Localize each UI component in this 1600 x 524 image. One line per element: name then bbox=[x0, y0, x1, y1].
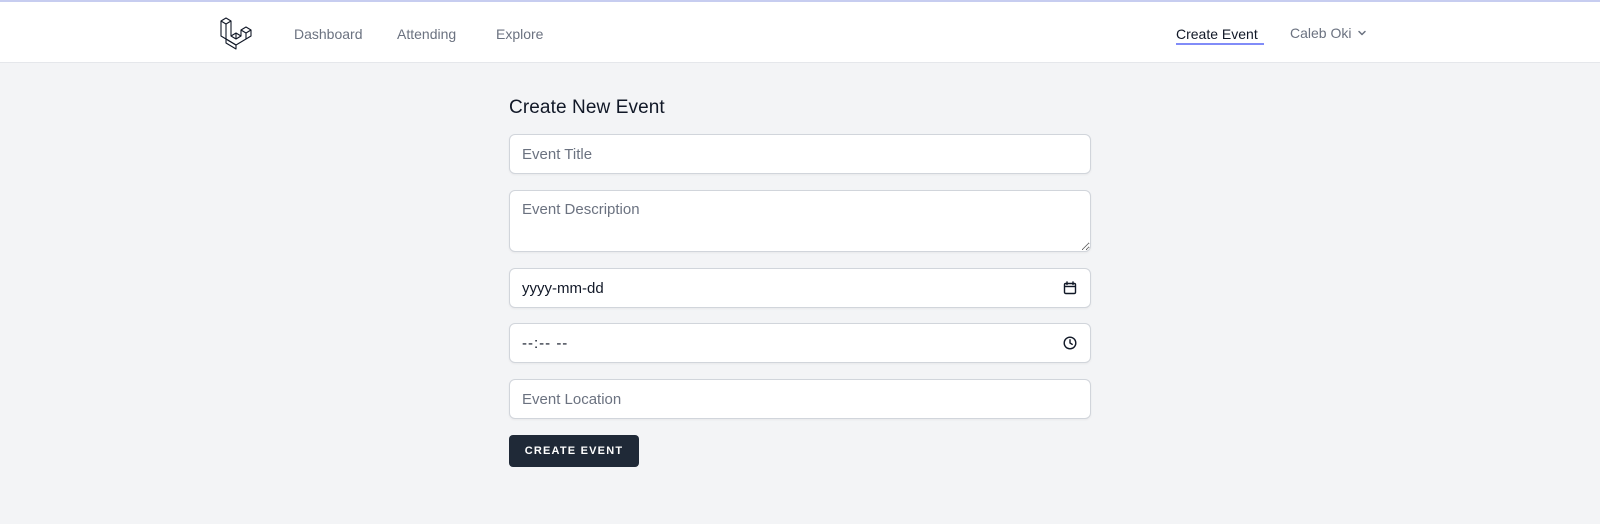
laravel-logo-icon[interactable] bbox=[220, 16, 252, 50]
calendar-icon[interactable] bbox=[1062, 280, 1078, 296]
active-nav-indicator bbox=[1176, 43, 1264, 45]
create-event-form: Create New Event yyyy-mm-dd --:-- -- Cre… bbox=[509, 94, 1091, 467]
event-description-textarea[interactable] bbox=[509, 190, 1091, 252]
event-title-input[interactable] bbox=[509, 134, 1091, 174]
top-navbar: Dashboard Attending Explore Create Event… bbox=[0, 2, 1600, 63]
nav-link-explore[interactable]: Explore bbox=[496, 26, 543, 42]
nav-link-create-event[interactable]: Create Event bbox=[1176, 2, 1258, 46]
event-time-input[interactable]: --:-- -- bbox=[509, 323, 1091, 363]
clock-icon[interactable] bbox=[1062, 335, 1078, 351]
chevron-down-icon bbox=[1357, 25, 1367, 41]
create-event-button[interactable]: Create Event bbox=[509, 435, 639, 467]
user-name: Caleb Oki bbox=[1290, 25, 1352, 41]
event-location-input[interactable] bbox=[509, 379, 1091, 419]
nav-link-attending[interactable]: Attending bbox=[397, 26, 456, 42]
user-menu-button[interactable]: Caleb Oki bbox=[1290, 25, 1367, 41]
nav-link-dashboard[interactable]: Dashboard bbox=[294, 26, 363, 42]
date-placeholder: yyyy-mm-dd bbox=[522, 279, 604, 297]
page-title: Create New Event bbox=[509, 97, 665, 118]
time-placeholder: --:-- -- bbox=[522, 334, 569, 352]
event-date-input[interactable]: yyyy-mm-dd bbox=[509, 268, 1091, 308]
